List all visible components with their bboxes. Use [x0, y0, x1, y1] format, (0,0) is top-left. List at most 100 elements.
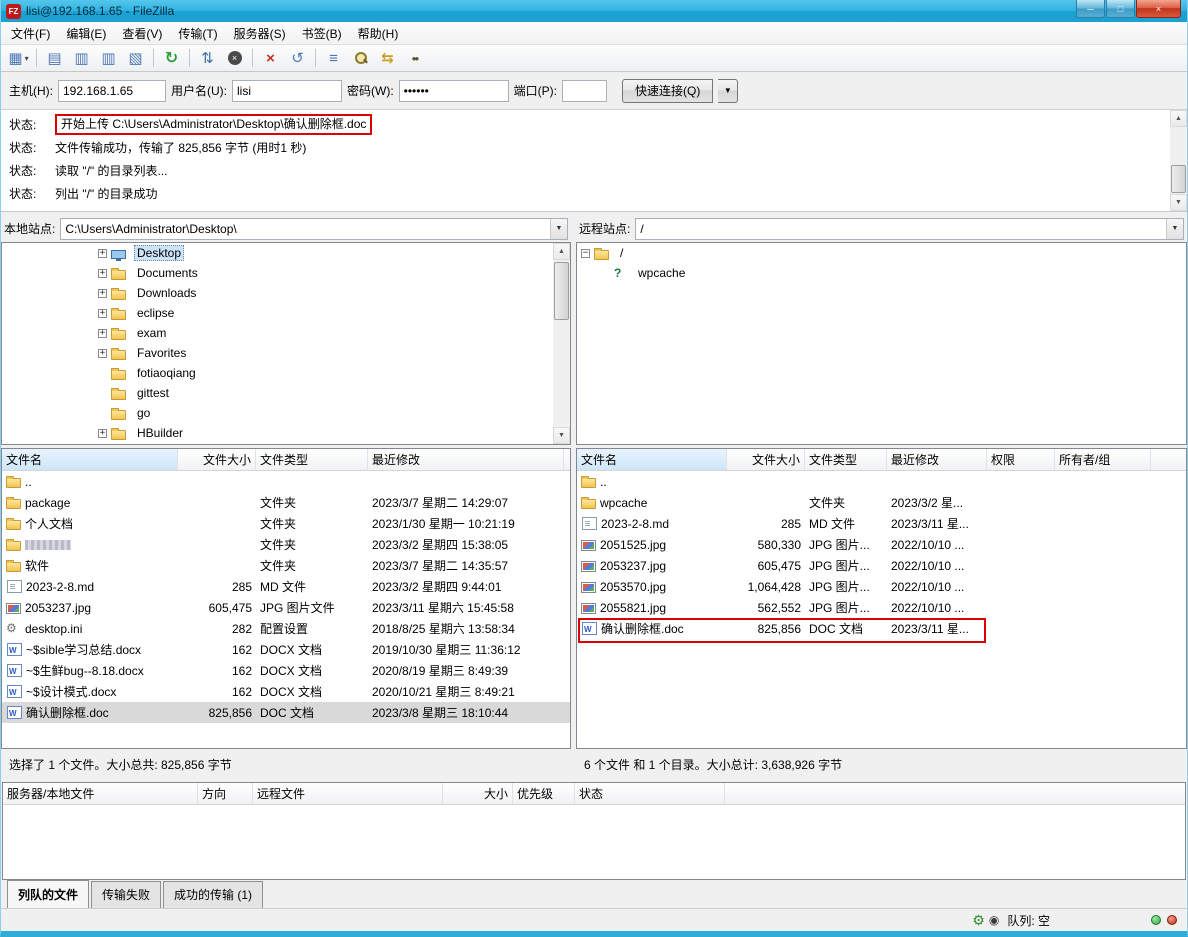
column-header[interactable]: 文件类型 [256, 449, 368, 470]
host-input[interactable] [58, 80, 166, 102]
sync-browse-button[interactable]: ⇆ [375, 47, 400, 70]
column-header[interactable]: 最近修改 [368, 449, 564, 470]
column-header[interactable]: 文件名 [2, 449, 178, 470]
menu-item[interactable]: 查看(V) [114, 22, 170, 44]
chevron-down-icon[interactable]: ▼ [550, 219, 567, 239]
disconnect-button[interactable]: × [258, 47, 283, 70]
toggle-remote-tree-button[interactable]: ▥ [96, 47, 121, 70]
tree-item[interactable]: +exam [2, 323, 570, 343]
file-row[interactable]: .. [2, 471, 570, 492]
queue-tab[interactable]: 成功的传输 (1) [163, 881, 263, 908]
file-row[interactable]: 2051525.jpg580,330JPG 图片...2022/10/10 ..… [577, 534, 1186, 555]
gear-icon[interactable]: ⚙ [972, 912, 985, 929]
file-row[interactable]: ~$sible学习总结.docx162DOCX 文档2019/10/30 星期三… [2, 639, 570, 660]
tree-item[interactable]: gittest [2, 383, 570, 403]
file-row[interactable]: 2053237.jpg605,475JPG 图片文件2023/3/11 星期六 … [2, 597, 570, 618]
column-header[interactable]: 最近修改 [887, 449, 987, 470]
file-row[interactable]: ~$设计模式.docx162DOCX 文档2020/10/21 星期三 8:49… [2, 681, 570, 702]
cancel-button[interactable]: × [222, 47, 247, 70]
menu-item[interactable]: 编辑(E) [58, 22, 114, 44]
column-header[interactable]: 文件名 [577, 449, 727, 470]
username-input[interactable] [232, 80, 342, 102]
refresh-button[interactable]: ↻ [159, 47, 184, 70]
tree-expander-icon[interactable]: − [581, 249, 590, 258]
tree-expander-icon[interactable]: + [98, 349, 107, 358]
scrollbar-thumb[interactable] [554, 262, 569, 320]
quickconnect-dropdown-icon[interactable]: ▼ [718, 79, 738, 103]
tree-expander-icon[interactable]: + [98, 429, 107, 438]
column-header[interactable]: 文件类型 [805, 449, 887, 470]
local-tree-scrollbar[interactable]: ▲ ▼ [553, 243, 570, 444]
file-row[interactable]: .. [577, 471, 1186, 492]
file-row[interactable]: 2055821.jpg562,552JPG 图片...2022/10/10 ..… [577, 597, 1186, 618]
queue-column-header[interactable]: 方向 [198, 783, 253, 804]
queue-tab[interactable]: 传输失败 [91, 881, 161, 908]
tree-item[interactable]: +HBuilder [2, 423, 570, 443]
title-bar[interactable]: FZ lisi@192.168.1.65 - FileZilla ─□× [1, 0, 1187, 22]
file-row[interactable]: 2053237.jpg605,475JPG 图片...2022/10/10 ..… [577, 555, 1186, 576]
menu-item[interactable]: 服务器(S) [226, 22, 294, 44]
process-queue-button[interactable]: ⇅ [195, 47, 220, 70]
menu-item[interactable]: 文件(F) [3, 22, 58, 44]
scroll-up-icon[interactable]: ▲ [1170, 110, 1187, 127]
close-button[interactable]: × [1136, 0, 1181, 18]
file-row[interactable]: wpcache文件夹2023/3/2 星... [577, 492, 1186, 513]
file-row[interactable]: 个人文档文件夹2023/1/30 星期一 10:21:19 [2, 513, 570, 534]
filter-button[interactable]: ≡ [321, 47, 346, 70]
minimize-button[interactable]: ─ [1076, 0, 1105, 18]
tree-expander-icon[interactable]: + [98, 309, 107, 318]
tree-item[interactable]: +Favorites [2, 343, 570, 363]
tree-item[interactable]: +eclipse [2, 303, 570, 323]
file-row[interactable]: 确认删除框.doc825,856DOC 文档2023/3/11 星... [577, 618, 1186, 639]
file-row[interactable]: 软件文件夹2023/3/7 星期二 14:35:57 [2, 555, 570, 576]
chevron-down-icon[interactable]: ▼ [1166, 219, 1183, 239]
tree-item[interactable]: +Documents [2, 263, 570, 283]
reconnect-button[interactable]: ↺ [285, 47, 310, 70]
menu-item[interactable]: 传输(T) [170, 22, 225, 44]
queue-column-header[interactable]: 服务器/本地文件 [3, 783, 198, 804]
tree-expander-icon[interactable]: + [98, 329, 107, 338]
remote-site-combo[interactable]: ▼ [635, 218, 1184, 240]
maximize-button[interactable]: □ [1106, 0, 1135, 18]
file-row[interactable]: package文件夹2023/3/7 星期二 14:29:07 [2, 492, 570, 513]
password-input[interactable] [399, 80, 509, 102]
quickconnect-button[interactable]: 快速连接(Q) [622, 79, 713, 103]
tree-expander-icon[interactable]: + [98, 269, 107, 278]
queue-column-header[interactable]: 状态 [575, 783, 725, 804]
log-scrollbar[interactable]: ▲ ▼ [1170, 110, 1187, 211]
file-row[interactable]: 2023-2-8.md285MD 文件2023/3/2 星期四 9:44:01 [2, 576, 570, 597]
toggle-local-tree-button[interactable]: ▥ [69, 47, 94, 70]
remote-site-input[interactable] [635, 218, 1184, 240]
queue-indicator-icon[interactable]: ◉ [989, 913, 999, 927]
scroll-down-icon[interactable]: ▼ [553, 427, 570, 444]
tree-expander-icon[interactable]: + [98, 289, 107, 298]
queue-tab[interactable]: 列队的文件 [7, 880, 89, 908]
queue-column-header[interactable]: 优先级 [513, 783, 575, 804]
tree-item[interactable]: −/ [577, 243, 1186, 263]
column-header[interactable]: 所有者/组 [1055, 449, 1151, 470]
menu-item[interactable]: 帮助(H) [350, 22, 407, 44]
local-site-combo[interactable]: ▼ [60, 218, 568, 240]
tree-item[interactable]: fotiaoqiang [2, 363, 570, 383]
tree-item[interactable]: +Downloads [2, 283, 570, 303]
compare-button[interactable] [348, 47, 373, 70]
local-site-input[interactable] [60, 218, 568, 240]
queue-column-header[interactable]: 远程文件 [253, 783, 443, 804]
toggle-queue-button[interactable]: ▧ [123, 47, 148, 70]
scroll-up-icon[interactable]: ▲ [553, 243, 570, 260]
scroll-down-icon[interactable]: ▼ [1170, 194, 1187, 211]
menu-item[interactable]: 书签(B) [294, 22, 350, 44]
queue-column-header[interactable]: 大小 [443, 783, 513, 804]
site-manager-button[interactable]: ▦▾ [6, 47, 31, 70]
toggle-log-button[interactable]: ▤ [42, 47, 67, 70]
scrollbar-thumb[interactable] [1171, 165, 1186, 193]
file-row[interactable]: 2053570.jpg1,064,428JPG 图片...2022/10/10 … [577, 576, 1186, 597]
file-row[interactable]: 确认删除框.doc825,856DOC 文档2023/3/8 星期三 18:10… [2, 702, 570, 723]
file-row[interactable]: 2023-2-8.md285MD 文件2023/3/11 星... [577, 513, 1186, 534]
tree-expander-icon[interactable]: + [98, 249, 107, 258]
find-button[interactable]: ●● [402, 47, 427, 70]
column-header[interactable]: 文件大小 [727, 449, 805, 470]
tree-item[interactable]: go [2, 403, 570, 423]
tree-item[interactable]: wpcache [577, 263, 1186, 283]
file-row[interactable]: ~$生鲜bug--8.18.docx162DOCX 文档2020/8/19 星期… [2, 660, 570, 681]
